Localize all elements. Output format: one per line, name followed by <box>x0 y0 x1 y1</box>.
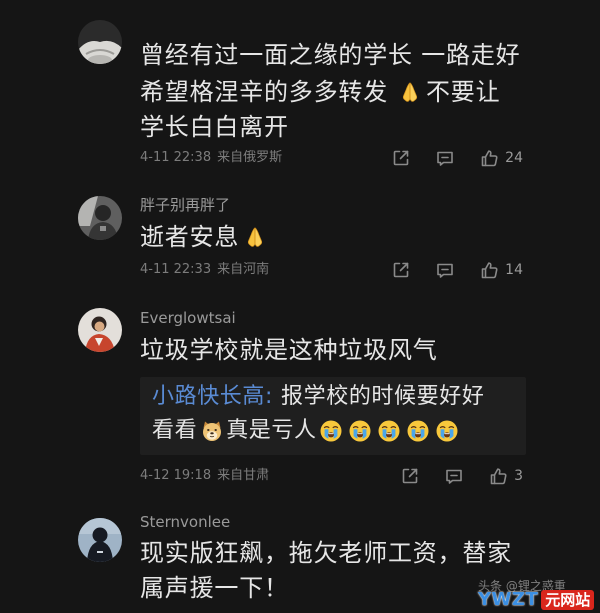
comment-item: 曾经有过一面之缘的学长 一路走好 希望格涅辛的多多转发 不要让 学长白白离开 4… <box>0 0 600 176</box>
comment-meta: 4-11 22:33 来自河南 <box>140 261 269 279</box>
folded-hands-emoji-icon <box>243 225 267 249</box>
like-count: 24 <box>505 150 523 166</box>
reply-author-link[interactable]: 小路快长高: <box>152 381 273 413</box>
reply-text: 报学校的时候要好好 <box>281 384 485 409</box>
comment-list-page: 曾经有过一面之缘的学长 一路走好 希望格涅辛的多多转发 不要让 学长白白离开 4… <box>0 0 600 613</box>
comment-icon <box>444 466 464 486</box>
thumbs-up-icon <box>488 466 508 486</box>
folded-hands-emoji-icon <box>398 80 422 104</box>
comment-text: 属声援一下！ <box>140 574 289 602</box>
comment-item: 胖子别再胖了 逝者安息 4-11 22:33 来自河南 14 <box>0 185 600 285</box>
reply-text: 真是亏人 <box>226 418 317 443</box>
username[interactable]: Sternvonlee <box>140 512 230 532</box>
comment-location: 来自河南 <box>217 262 270 277</box>
avatar[interactable] <box>78 518 122 562</box>
reply-text: 看看 <box>152 418 198 443</box>
comment-text-line: 学长白白离开 <box>140 110 289 144</box>
comment-time: 4-11 22:38 <box>140 150 212 165</box>
comment-location: 来自甘肃 <box>217 468 270 483</box>
reply-button[interactable] <box>435 148 455 168</box>
avatar[interactable] <box>78 308 122 352</box>
username[interactable]: Everglowtsai <box>140 308 236 328</box>
like-button[interactable]: 24 <box>479 148 523 168</box>
comment-text-line: 希望格涅辛的多多转发 不要让 <box>140 75 500 109</box>
comment-actions: 14 <box>391 260 523 280</box>
loudly-crying-emoji-icon <box>406 419 430 443</box>
reply-button[interactable] <box>435 260 455 280</box>
like-button[interactable]: 14 <box>479 260 523 280</box>
comment-text: 学长白白离开 <box>140 113 289 141</box>
watermark-logo: YWZT 元网站 <box>478 589 595 611</box>
like-button[interactable]: 3 <box>488 466 523 486</box>
comment-time: 4-11 22:33 <box>140 262 212 277</box>
reply-button[interactable] <box>444 466 464 486</box>
loudly-crying-emoji-icon <box>348 419 372 443</box>
quoted-reply-line: 看看 真是亏人 <box>152 415 462 447</box>
comment-text: 垃圾学校就是这种垃圾风气 <box>140 336 438 364</box>
like-count: 14 <box>505 262 523 278</box>
thumbs-up-icon <box>479 260 499 280</box>
loudly-crying-emoji-icon <box>319 419 343 443</box>
comment-text: 逝者安息 <box>140 223 240 251</box>
share-icon <box>400 466 420 486</box>
comment-actions: 3 <box>400 466 523 486</box>
comment-icon <box>435 260 455 280</box>
thumbs-up-icon <box>479 148 499 168</box>
comment-meta: 4-11 22:38 来自俄罗斯 <box>140 149 282 167</box>
comment-text-line: 曾经有过一面之缘的学长 一路走好 <box>140 38 520 72</box>
username[interactable]: 胖子别再胖了 <box>140 195 230 215</box>
comment-text-line: 现实版狂飙，拖欠老师工资，替家 <box>140 536 512 570</box>
comment-meta: 4-12 19:18 来自甘肃 <box>140 467 269 485</box>
comment-text-line: 垃圾学校就是这种垃圾风气 <box>140 333 438 367</box>
comment-item: Everglowtsai 垃圾学校就是这种垃圾风气 小路快长高: 报学校的时候要… <box>0 298 600 488</box>
comment-time: 4-12 19:18 <box>140 468 212 483</box>
comment-text: 不要让 <box>426 78 501 106</box>
loudly-crying-emoji-icon <box>435 419 459 443</box>
logo-letters: YWZT <box>478 589 539 610</box>
like-count: 3 <box>514 468 523 484</box>
comment-location: 来自俄罗斯 <box>217 150 283 165</box>
share-button[interactable] <box>391 148 411 168</box>
logo-tag: 元网站 <box>541 590 595 610</box>
loudly-crying-emoji-icon <box>377 419 401 443</box>
avatar[interactable] <box>78 196 122 240</box>
comment-icon <box>435 148 455 168</box>
avatar[interactable] <box>78 20 122 64</box>
comment-text-line: 逝者安息 <box>140 220 271 254</box>
comment-text: 曾经有过一面之缘的学长 一路走好 <box>140 41 521 69</box>
doge-emoji-icon <box>200 419 224 443</box>
comment-text: 希望格涅辛的多多转发 <box>140 78 388 106</box>
comment-text-line: 属声援一下！ <box>140 571 289 605</box>
comment-actions: 24 <box>391 148 523 168</box>
quoted-reply-line: 小路快长高: 报学校的时候要好好 <box>152 381 484 413</box>
share-button[interactable] <box>400 466 420 486</box>
share-icon <box>391 260 411 280</box>
comment-text: 现实版狂飙，拖欠老师工资，替家 <box>140 539 512 567</box>
share-button[interactable] <box>391 260 411 280</box>
quoted-reply: 小路快长高: 报学校的时候要好好 看看 真是亏人 <box>140 377 526 455</box>
share-icon <box>391 148 411 168</box>
